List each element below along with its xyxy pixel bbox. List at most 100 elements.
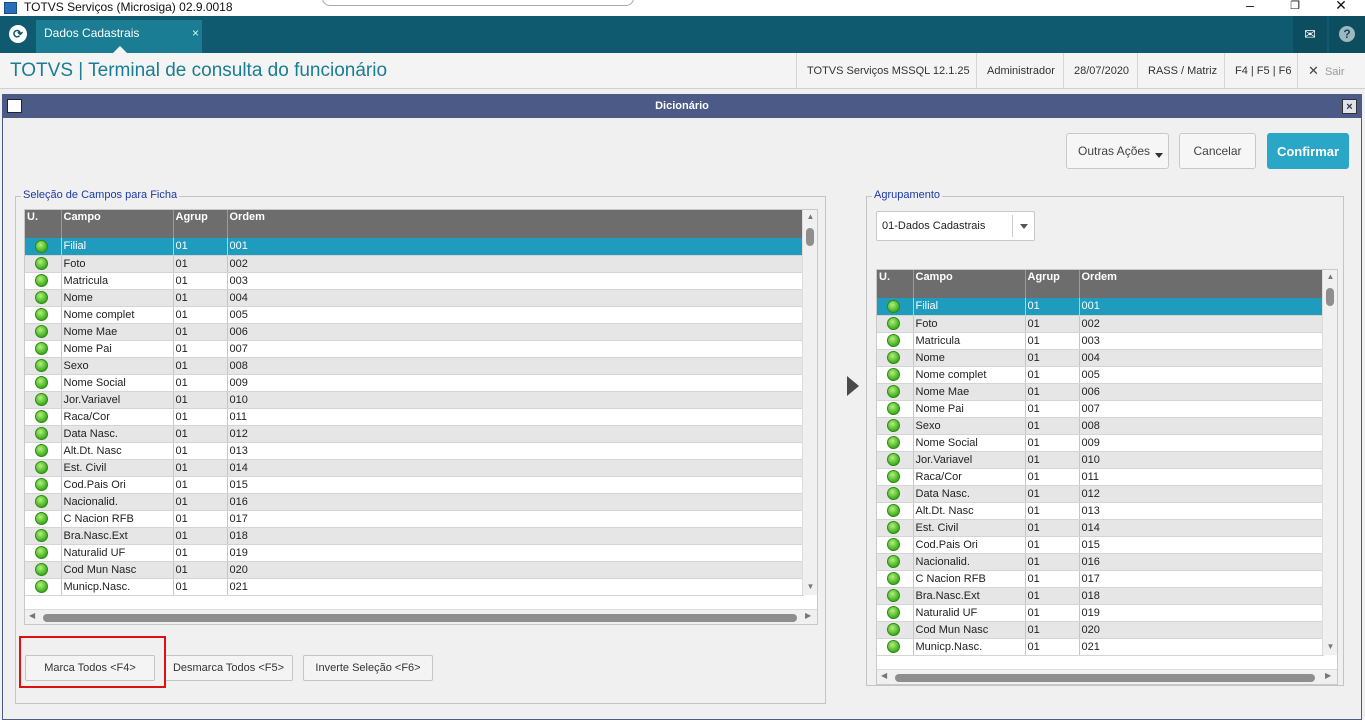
- hscroll-thumb[interactable]: [43, 614, 797, 622]
- table-row[interactable]: Nome Mae 01 006: [877, 383, 1324, 401]
- status-green-icon[interactable]: [887, 487, 900, 500]
- table-row[interactable]: Nome Social 01 009: [877, 434, 1324, 452]
- scroll-left-icon[interactable]: ◀: [881, 671, 887, 680]
- status-green-icon[interactable]: [35, 546, 48, 559]
- table-row[interactable]: Nome 01 004: [877, 349, 1324, 367]
- table-row[interactable]: Nome complet 01 005: [25, 306, 804, 324]
- vertical-scrollbar[interactable]: ▲ ▼: [1322, 270, 1337, 655]
- table-row[interactable]: Sexo 01 008: [877, 417, 1324, 435]
- table-row[interactable]: Naturalid UF 01 019: [25, 544, 804, 562]
- col-header-campo[interactable]: Campo: [913, 270, 1026, 298]
- table-row[interactable]: Cod Mun Nasc 01 020: [877, 621, 1324, 639]
- status-green-icon[interactable]: [887, 606, 900, 619]
- status-green-icon[interactable]: [887, 504, 900, 517]
- status-green-icon[interactable]: [887, 317, 900, 330]
- hscroll-thumb[interactable]: [895, 674, 1315, 682]
- status-green-icon[interactable]: [887, 572, 900, 585]
- status-green-icon[interactable]: [887, 555, 900, 568]
- status-green-icon[interactable]: [35, 257, 48, 270]
- table-row[interactable]: Alt.Dt. Nasc 01 013: [877, 502, 1324, 520]
- unmark-all-button[interactable]: Desmarca Todos <F5>: [164, 655, 293, 681]
- status-green-icon[interactable]: [35, 580, 48, 593]
- scroll-up-icon[interactable]: ▲: [1323, 272, 1337, 281]
- status-green-icon[interactable]: [887, 521, 900, 534]
- status-green-icon[interactable]: [35, 393, 48, 406]
- status-green-icon[interactable]: [887, 640, 900, 653]
- status-green-icon[interactable]: [887, 385, 900, 398]
- status-green-icon[interactable]: [887, 623, 900, 636]
- scroll-thumb[interactable]: [1326, 288, 1334, 306]
- status-green-icon[interactable]: [35, 325, 48, 338]
- status-green-icon[interactable]: [887, 419, 900, 432]
- col-header-agrup[interactable]: Agrup: [173, 210, 228, 238]
- status-green-icon[interactable]: [35, 444, 48, 457]
- scroll-right-icon[interactable]: ▶: [1325, 671, 1331, 680]
- totvs-logo-icon[interactable]: ⟳: [9, 25, 27, 43]
- scroll-down-icon[interactable]: ▼: [1323, 642, 1337, 651]
- invert-selection-button[interactable]: Inverte Seleção <F6>: [303, 655, 433, 681]
- status-green-icon[interactable]: [887, 470, 900, 483]
- status-green-icon[interactable]: [35, 427, 48, 440]
- mail-icon[interactable]: ✉: [1293, 16, 1327, 53]
- table-row[interactable]: Nome Mae 01 006: [25, 323, 804, 341]
- table-row[interactable]: Foto 01 002: [877, 315, 1324, 333]
- table-row[interactable]: Filial 01 001: [877, 298, 1324, 316]
- status-green-icon[interactable]: [35, 359, 48, 372]
- col-header-ordem[interactable]: Ordem: [1079, 270, 1324, 298]
- table-row[interactable]: Bra.Nasc.Ext 01 018: [25, 527, 804, 545]
- table-row[interactable]: Nacionalid. 01 016: [25, 493, 804, 511]
- table-row[interactable]: Nome Pai 01 007: [25, 340, 804, 358]
- col-header-ordem[interactable]: Ordem: [227, 210, 804, 238]
- table-row[interactable]: Cod.Pais Ori 01 015: [877, 536, 1324, 554]
- status-green-icon[interactable]: [35, 342, 48, 355]
- confirm-button[interactable]: Confirmar: [1267, 133, 1349, 169]
- table-row[interactable]: Nome Pai 01 007: [877, 400, 1324, 418]
- status-green-icon[interactable]: [35, 410, 48, 423]
- tab-close-icon[interactable]: ×: [192, 20, 199, 46]
- table-row[interactable]: Cod Mun Nasc 01 020: [25, 561, 804, 579]
- close-window-button[interactable]: ✕: [1331, 0, 1351, 13]
- table-row[interactable]: Alt.Dt. Nasc 01 013: [25, 442, 804, 460]
- status-green-icon[interactable]: [887, 538, 900, 551]
- horizontal-scrollbar[interactable]: ◀ ▶: [877, 669, 1337, 684]
- status-green-icon[interactable]: [35, 274, 48, 287]
- status-green-icon[interactable]: [35, 529, 48, 542]
- table-row[interactable]: Sexo 01 008: [25, 357, 804, 375]
- maximize-button[interactable]: ❐: [1285, 0, 1305, 14]
- table-row[interactable]: Raca/Cor 01 011: [877, 468, 1324, 486]
- status-green-icon[interactable]: [887, 299, 900, 313]
- table-row[interactable]: Nacionalid. 01 016: [877, 553, 1324, 571]
- status-green-icon[interactable]: [887, 334, 900, 347]
- scroll-up-icon[interactable]: ▲: [803, 212, 817, 221]
- status-green-icon[interactable]: [887, 351, 900, 364]
- tab-dados-cadastrais[interactable]: Dados Cadastrais [02.9.0018] ×: [36, 20, 202, 66]
- table-row[interactable]: C Nacion RFB 01 017: [25, 510, 804, 528]
- minimize-button[interactable]: –: [1240, 0, 1260, 13]
- table-row[interactable]: Naturalid UF 01 019: [877, 604, 1324, 622]
- status-green-icon[interactable]: [35, 478, 48, 491]
- status-green-icon[interactable]: [887, 589, 900, 602]
- col-header-u[interactable]: U.: [25, 210, 62, 238]
- scroll-right-icon[interactable]: ▶: [805, 611, 811, 620]
- status-green-icon[interactable]: [35, 461, 48, 474]
- table-row[interactable]: Nome Social 01 009: [25, 374, 804, 392]
- col-header-u[interactable]: U.: [877, 270, 914, 298]
- help-button[interactable]: ?: [1329, 16, 1365, 53]
- more-actions-button[interactable]: Outras Ações: [1066, 133, 1169, 169]
- col-header-agrup[interactable]: Agrup: [1025, 270, 1080, 298]
- status-green-icon[interactable]: [35, 239, 48, 253]
- grouping-select[interactable]: 01-Dados Cadastrais: [876, 211, 1035, 241]
- table-row[interactable]: Est. Civil 01 014: [877, 519, 1324, 537]
- scroll-down-icon[interactable]: ▼: [803, 582, 817, 591]
- status-green-icon[interactable]: [887, 453, 900, 466]
- exit-button[interactable]: ✕ Sair: [1297, 53, 1365, 89]
- status-green-icon[interactable]: [35, 495, 48, 508]
- table-row[interactable]: Est. Civil 01 014: [25, 459, 804, 477]
- table-row[interactable]: Data Nasc. 01 012: [25, 425, 804, 443]
- table-row[interactable]: Filial 01 001: [25, 238, 804, 256]
- status-green-icon[interactable]: [887, 368, 900, 381]
- table-row[interactable]: Bra.Nasc.Ext 01 018: [877, 587, 1324, 605]
- status-green-icon[interactable]: [887, 436, 900, 449]
- status-green-icon[interactable]: [35, 563, 48, 576]
- move-right-icon[interactable]: [847, 376, 859, 396]
